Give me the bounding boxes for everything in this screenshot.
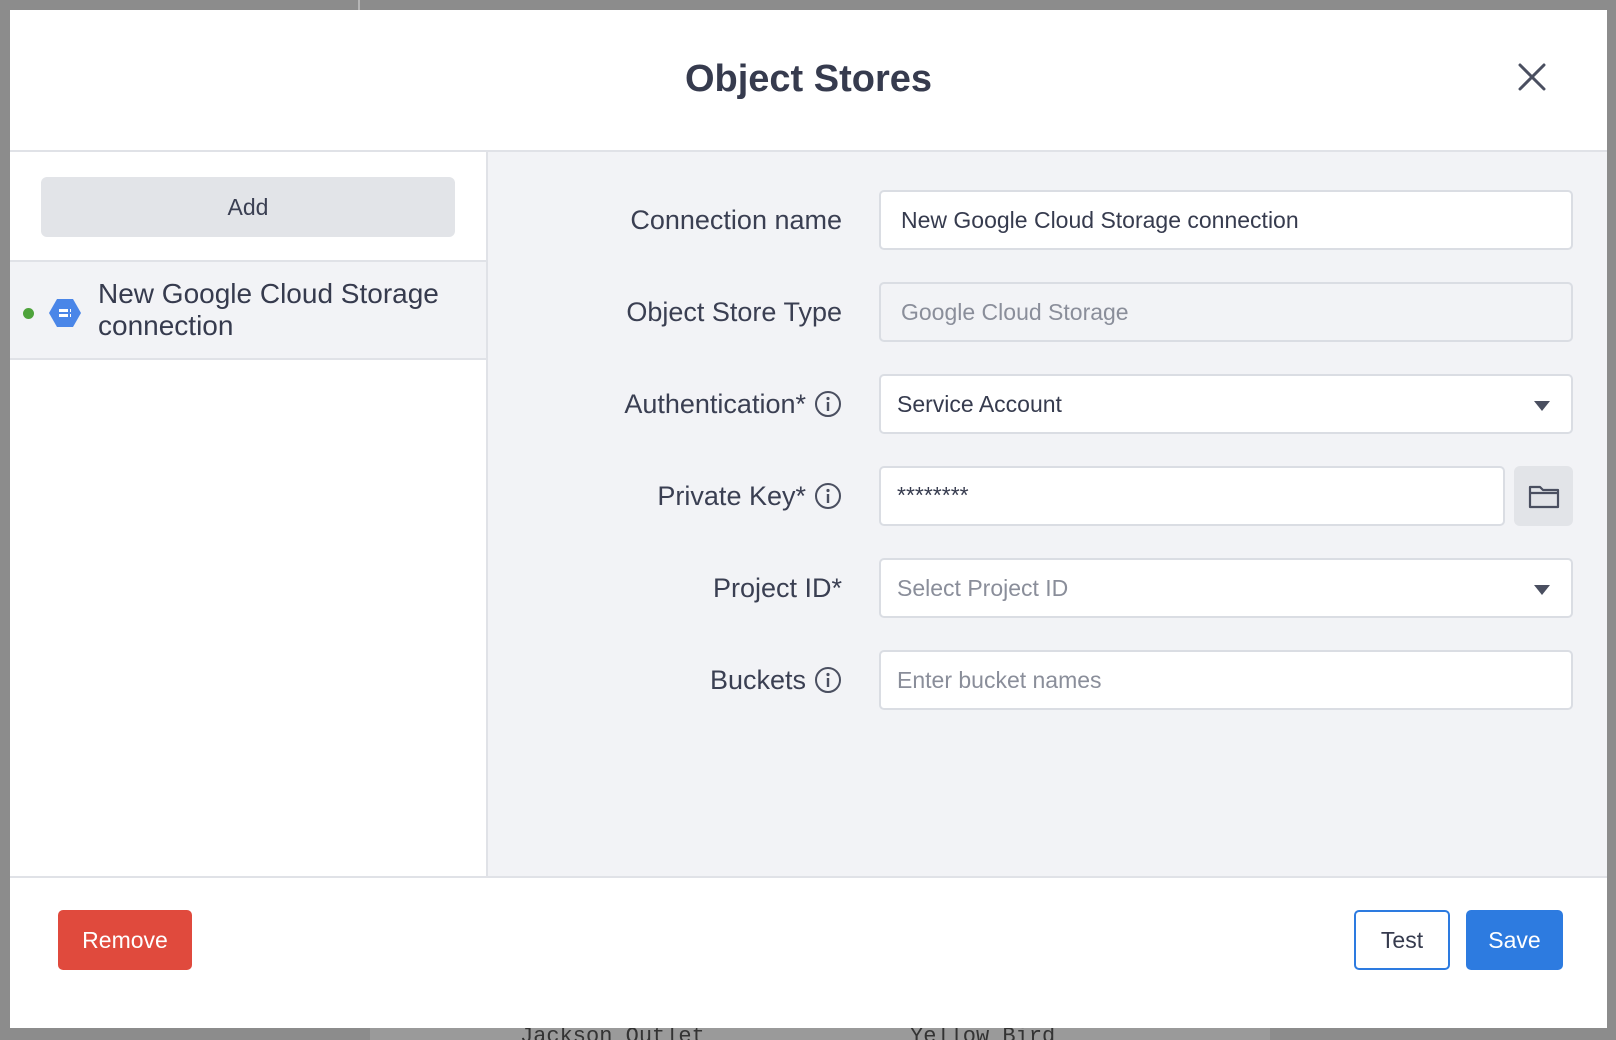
object-store-type-label-text: Object Store Type <box>626 296 842 327</box>
project-id-label: Project ID* <box>713 558 842 618</box>
add-connection-button[interactable]: Add <box>41 177 455 237</box>
form-row-private-key: Private Key* ******** <box>488 466 1607 526</box>
remove-button[interactable]: Remove <box>58 910 192 970</box>
test-button[interactable]: Test <box>1354 910 1450 970</box>
status-dot <box>23 308 34 319</box>
connection-name-label-text: Connection name <box>630 204 842 235</box>
gcs-icon <box>49 299 81 327</box>
authentication-label-text: Authentication* <box>624 388 806 419</box>
authentication-label: Authentication* <box>624 374 842 434</box>
object-stores-dialog: Object Stores Add New Google Cloud Stora… <box>10 10 1607 1028</box>
dialog-header: Object Stores <box>10 10 1607 152</box>
connection-name-label: Connection name <box>630 190 842 250</box>
dialog-title: Object Stores <box>684 58 933 100</box>
connections-sidebar: Add New Google Cloud Storage connection <box>10 152 488 876</box>
chevron-down-icon <box>1534 585 1550 595</box>
info-icon[interactable] <box>814 482 842 510</box>
backdrop-cell: Yellow Bird <box>910 1028 1055 1040</box>
connection-label: New Google Cloud Storage connection <box>98 278 439 341</box>
private-key-input[interactable]: ******** <box>879 466 1505 526</box>
connection-list-item[interactable]: New Google Cloud Storage connection <box>10 262 486 360</box>
backdrop-cell: Jackson Outlet <box>520 1028 705 1040</box>
buckets-label: Buckets <box>710 650 842 710</box>
private-key-label: Private Key* <box>657 466 842 526</box>
close-button[interactable] <box>1515 60 1549 94</box>
buckets-input[interactable]: Enter bucket names <box>879 650 1573 710</box>
form-row-object-store-type: Object Store Type Google Cloud Storage <box>488 282 1607 342</box>
backdrop-divider <box>358 0 360 10</box>
close-icon <box>1518 63 1546 91</box>
authentication-value: Service Account <box>897 390 1062 417</box>
info-icon[interactable] <box>814 390 842 418</box>
project-id-label-text: Project ID* <box>712 572 842 603</box>
form-row-project-id: Project ID* Select Project ID <box>488 558 1607 618</box>
connection-form: Connection name New Google Cloud Storage… <box>488 152 1607 876</box>
connection-name-input[interactable]: New Google Cloud Storage connection <box>879 190 1573 250</box>
save-button[interactable]: Save <box>1466 910 1563 970</box>
object-store-type-label: Object Store Type <box>626 282 842 342</box>
add-area: Add <box>10 152 486 262</box>
info-icon[interactable] <box>814 666 842 694</box>
folder-icon <box>1528 485 1559 509</box>
project-id-select[interactable]: Select Project ID <box>879 558 1573 618</box>
backdrop-table-row: Jackson Outlet Yellow Bird <box>370 1028 1270 1040</box>
form-row-buckets: Buckets Enter bucket names <box>488 650 1607 710</box>
dialog-footer: Remove Test Save <box>10 876 1607 1028</box>
form-row-authentication: Authentication* Service Account <box>488 374 1607 434</box>
buckets-label-text: Buckets <box>709 664 806 695</box>
browse-private-key-button[interactable] <box>1514 466 1573 526</box>
object-store-type-field: Google Cloud Storage <box>879 282 1573 342</box>
private-key-label-text: Private Key* <box>657 480 806 511</box>
chevron-down-icon <box>1534 401 1550 411</box>
authentication-select[interactable]: Service Account <box>879 374 1573 434</box>
project-id-placeholder: Select Project ID <box>897 574 1069 601</box>
form-row-connection-name: Connection name New Google Cloud Storage… <box>488 190 1607 250</box>
